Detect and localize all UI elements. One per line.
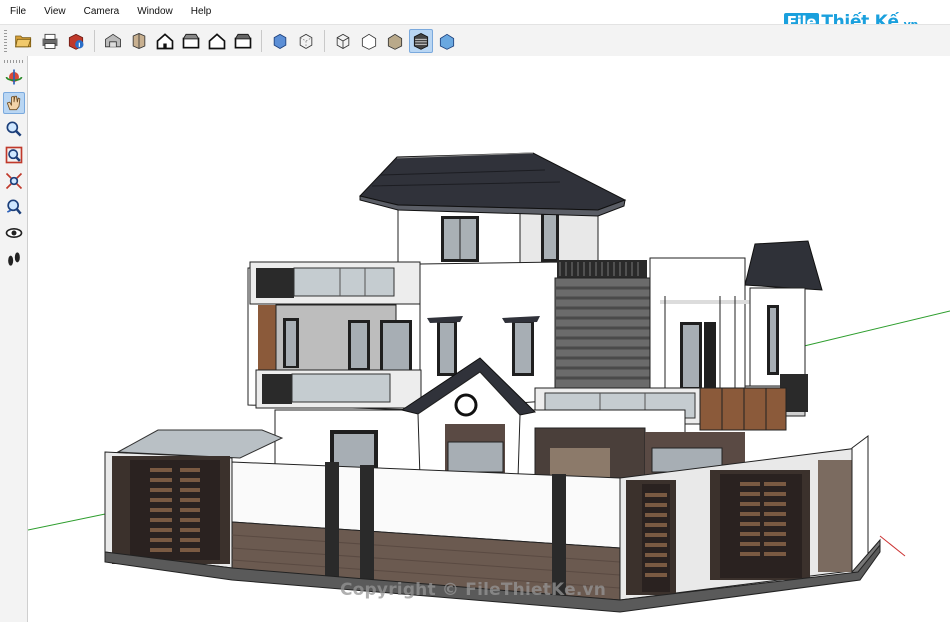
green-axis-right: [799, 310, 950, 348]
orbit-icon[interactable]: [3, 66, 25, 88]
hidden-line-icon[interactable]: [357, 29, 381, 53]
right-view-icon[interactable]: [179, 29, 203, 53]
menu-view[interactable]: View: [35, 0, 75, 24]
toolbar-separator: [324, 29, 325, 52]
monochrome-icon[interactable]: [435, 29, 459, 53]
zoom-icon[interactable]: [3, 118, 25, 140]
back-view-icon[interactable]: [205, 29, 229, 53]
previous-view-icon[interactable]: [3, 196, 25, 218]
zoom-extents-icon[interactable]: [3, 170, 25, 192]
menu-file[interactable]: File: [0, 0, 35, 24]
back-edges-icon[interactable]: [294, 29, 318, 53]
print-icon[interactable]: [38, 29, 62, 53]
house-model-render: [28, 152, 950, 613]
front-view-icon[interactable]: [153, 29, 177, 53]
walk-icon[interactable]: [3, 248, 25, 270]
look-around-icon[interactable]: [3, 222, 25, 244]
top-view-icon[interactable]: [127, 29, 151, 53]
pan-icon[interactable]: [2, 92, 25, 114]
red-axis: [879, 535, 906, 557]
camera-toolbar-grip[interactable]: [3, 60, 24, 63]
open-folder-icon[interactable]: [12, 29, 36, 53]
menu-window[interactable]: Window: [128, 0, 182, 24]
toolbar-separator: [261, 29, 262, 52]
shaded-icon[interactable]: [383, 29, 407, 53]
menu-camera[interactable]: Camera: [75, 0, 129, 24]
main-toolbar: [0, 24, 950, 57]
left-view-icon[interactable]: [231, 29, 255, 53]
toolbar-grip[interactable]: [4, 29, 7, 52]
iso-view-icon[interactable]: [101, 29, 125, 53]
wireframe-icon[interactable]: [331, 29, 355, 53]
model-viewport[interactable]: [28, 56, 950, 622]
zoom-window-icon[interactable]: [3, 144, 25, 166]
green-axis-left: [28, 512, 111, 531]
toolbar-separator: [94, 29, 95, 52]
camera-toolbar: [0, 56, 28, 622]
model-info-icon[interactable]: [64, 29, 88, 53]
copyright-watermark: Copyright © FileThietKe.vn: [340, 580, 607, 600]
xray-icon[interactable]: [268, 29, 292, 53]
menu-help[interactable]: Help: [182, 0, 221, 24]
shaded-textures-icon[interactable]: [409, 28, 433, 53]
